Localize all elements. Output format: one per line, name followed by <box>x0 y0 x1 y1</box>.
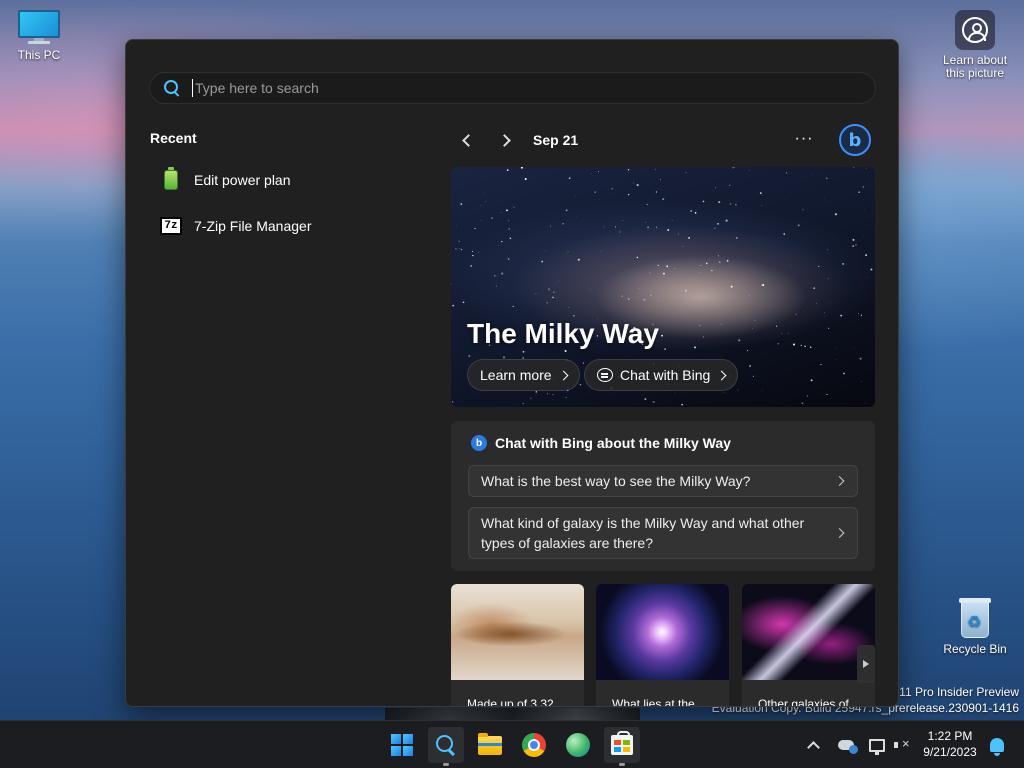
watermark-line-1: s 11 Pro Insider Preview <box>889 685 1019 699</box>
desktop-icon-label: Recycle Bin <box>943 642 1007 656</box>
onedrive-tray-button[interactable] <box>836 733 858 757</box>
thumbnail-caption: Made up of 3.32 <box>467 697 554 707</box>
taskbar-clock[interactable]: 1:22 PM 9/21/2023 <box>915 728 985 760</box>
bing-icon: b <box>848 129 862 151</box>
highlights-date-bar: Sep 21 ··· b <box>451 124 881 156</box>
desktop-icon-recycle-bin[interactable]: ♻ Recycle Bin <box>936 596 1014 656</box>
chat-card-header: b Chat with Bing about the Milky Way <box>471 435 731 451</box>
next-day-button[interactable] <box>491 125 521 155</box>
taskbar-search-button[interactable] <box>428 727 464 766</box>
taskbar-preview-strip <box>385 708 640 720</box>
search-box[interactable] <box>149 72 876 104</box>
more-icon: ··· <box>794 130 814 147</box>
chat-with-bing-label: Chat with Bing <box>620 367 711 383</box>
chat-question-2[interactable]: What kind of galaxy is the Milky Way and… <box>468 507 858 559</box>
previous-day-button[interactable] <box>451 125 481 155</box>
monitor-icon <box>18 10 60 44</box>
more-options-button[interactable]: ··· <box>789 124 819 154</box>
highlights-date: Sep 21 <box>533 132 579 148</box>
recent-item-label: Edit power plan <box>194 172 291 188</box>
bell-icon <box>990 738 1004 756</box>
recent-item-label: 7-Zip File Manager <box>194 218 312 234</box>
desktop-icon-learn-about-picture[interactable]: Learn about this picture <box>936 10 1014 80</box>
recent-item-edit-power-plan[interactable]: Edit power plan <box>148 162 418 198</box>
notifications-button[interactable] <box>988 733 1006 757</box>
search-input[interactable] <box>192 79 875 97</box>
thumbnail-card[interactable]: Made up of 3.32 <box>451 584 584 707</box>
battery-icon <box>160 167 182 191</box>
thumbnail-caption: What lies at the <box>612 697 695 707</box>
globe-icon <box>566 733 590 757</box>
show-hidden-icons-button[interactable] <box>804 733 822 757</box>
microsoft-store-button[interactable] <box>604 727 640 766</box>
cloud-icon <box>838 740 858 754</box>
volume-tray-button[interactable] <box>893 733 911 757</box>
thumbnail-caption: Other galaxies of <box>758 697 849 707</box>
clock-time: 1:22 PM <box>927 729 973 743</box>
bing-chat-card: b Chat with Bing about the Milky Way Wha… <box>451 421 875 571</box>
desktop-icon-label: Learn about <box>942 53 1008 67</box>
bing-icon: b <box>471 435 487 451</box>
hero-card-milky-way[interactable]: The Milky Way Learn more Chat with Bing <box>451 167 875 407</box>
windows-logo-icon <box>391 734 413 756</box>
chrome-icon <box>522 733 546 757</box>
thumbnail-image <box>742 584 875 680</box>
store-icon <box>611 731 633 755</box>
recent-item-7zip[interactable]: 7z 7-Zip File Manager <box>148 208 418 244</box>
chat-question-text: What is the best way to see the Milky Wa… <box>481 473 751 489</box>
search-icon <box>436 735 456 755</box>
thumbnail-card[interactable]: What lies at the <box>596 584 729 707</box>
browser-globe-button[interactable] <box>560 727 596 763</box>
search-icon <box>164 80 180 96</box>
scroll-right-button[interactable] <box>857 645 875 683</box>
network-icon <box>869 738 885 755</box>
chrome-button[interactable] <box>516 727 552 763</box>
chevron-right-icon <box>497 133 511 147</box>
thumbnail-image <box>596 584 729 680</box>
chevron-up-icon <box>806 740 820 754</box>
folder-icon <box>478 732 502 755</box>
recycle-bin-icon: ♻ <box>957 596 993 638</box>
thumbnail-image <box>451 584 584 680</box>
chevron-right-icon <box>716 370 727 380</box>
chevron-right-icon <box>834 476 845 486</box>
volume-muted-icon <box>894 736 910 752</box>
file-explorer-button[interactable] <box>472 727 508 763</box>
chat-with-bing-button[interactable]: Chat with Bing <box>584 359 739 391</box>
chat-question-text: What kind of galaxy is the Milky Way and… <box>481 515 805 551</box>
chat-card-title: Chat with Bing about the Milky Way <box>495 435 731 451</box>
bing-chat-button[interactable]: b <box>839 124 871 156</box>
network-tray-button[interactable] <box>868 733 886 757</box>
learn-more-label: Learn more <box>480 367 552 383</box>
7zip-icon: 7z <box>160 215 182 237</box>
chevron-right-icon <box>834 528 845 538</box>
chat-question-1[interactable]: What is the best way to see the Milky Wa… <box>468 465 858 497</box>
chevron-left-icon <box>461 133 475 147</box>
arrow-right-icon <box>863 660 869 668</box>
learn-about-picture-icon <box>955 10 995 50</box>
taskbar: 1:22 PM 9/21/2023 <box>0 720 1024 768</box>
chevron-right-icon <box>558 370 569 380</box>
chat-bubble-icon <box>597 368 613 382</box>
clock-date: 9/21/2023 <box>923 745 977 759</box>
learn-more-button[interactable]: Learn more <box>467 359 580 391</box>
hero-title: The Milky Way <box>467 318 659 349</box>
search-panel: Recent Edit power plan 7z 7-Zip File Man… <box>125 39 899 707</box>
desktop-icon-this-pc[interactable]: This PC <box>0 10 78 62</box>
start-button[interactable] <box>384 727 420 763</box>
desktop-icon-label: this picture <box>945 66 1005 80</box>
recent-heading: Recent <box>150 130 197 146</box>
thumbnail-card[interactable]: Other galaxies of <box>742 584 875 707</box>
desktop-icon-label: This PC <box>17 48 61 62</box>
